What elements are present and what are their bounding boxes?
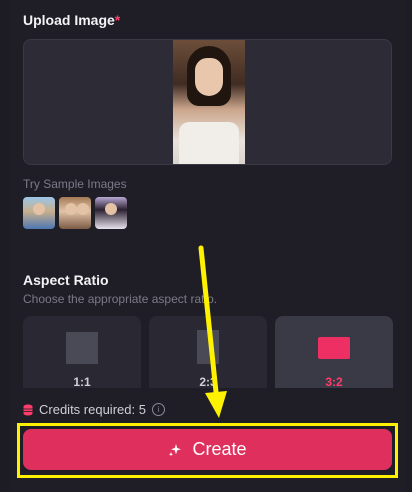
sample-image-1[interactable] <box>23 197 55 229</box>
sample-images-label: Try Sample Images <box>23 177 127 191</box>
credits-text: Credits required: 5 <box>39 402 146 417</box>
square-ratio-icon <box>66 332 98 364</box>
upload-title: Upload Image* <box>23 12 121 28</box>
aspect-ratio-subtitle: Choose the appropriate aspect ratio. <box>23 292 218 306</box>
sparkle-icon <box>169 443 182 456</box>
landscape-ratio-icon <box>318 337 350 359</box>
portrait-ratio-icon <box>197 330 219 364</box>
required-mark: * <box>114 12 121 28</box>
credits-required: Credits required: 5 i <box>23 402 165 417</box>
uploaded-image-preview <box>173 40 245 164</box>
create-button[interactable]: Create <box>23 429 392 470</box>
create-button-label: Create <box>192 439 247 459</box>
sample-image-3[interactable] <box>95 197 127 229</box>
ratio-option-2-3[interactable]: 2:3 <box>149 316 267 389</box>
coins-icon <box>23 404 33 415</box>
ratio-option-3-2[interactable]: 3:2 <box>275 316 393 389</box>
upload-dropzone[interactable] <box>23 39 392 165</box>
ratio-option-1-1[interactable]: 1:1 <box>23 316 141 389</box>
aspect-ratio-title: Aspect Ratio <box>23 272 109 288</box>
sample-image-2[interactable] <box>59 197 91 229</box>
info-icon[interactable]: i <box>151 403 165 416</box>
sample-images <box>23 197 127 229</box>
